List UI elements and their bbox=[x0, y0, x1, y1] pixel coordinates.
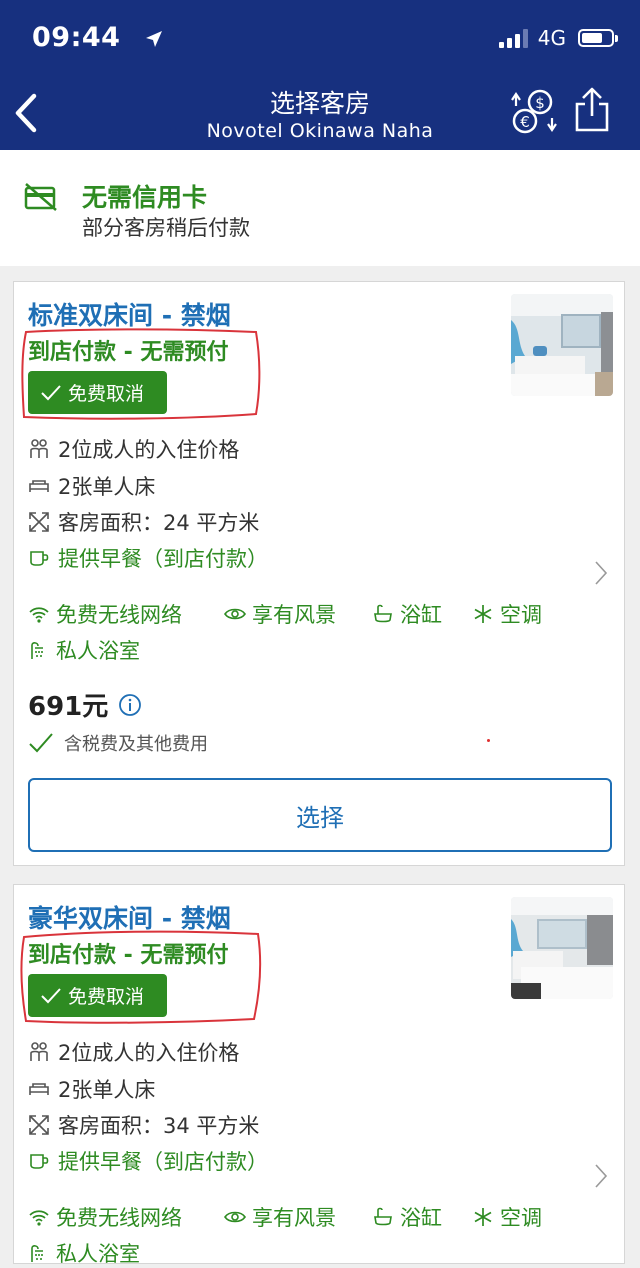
room-photo[interactable] bbox=[511, 897, 613, 999]
amenity-ac: 空调 bbox=[472, 1202, 542, 1232]
amenity-wifi: 免费无线网络 bbox=[28, 1202, 182, 1232]
amenity-label: 享有风景 bbox=[252, 603, 336, 627]
amenity-wifi: 免费无线网络 bbox=[28, 599, 182, 629]
amenity-private-bathroom: 私人浴室 bbox=[28, 1238, 140, 1268]
breakfast-info: 提供早餐（到店付款） bbox=[28, 1146, 268, 1176]
room-area-info: 客房面积：24 平方米 bbox=[28, 507, 259, 537]
bed-text: 2张单人床 bbox=[58, 1078, 156, 1102]
expand-area-icon bbox=[29, 1115, 49, 1135]
occupancy-text: 2位成人的入住价格 bbox=[58, 1041, 240, 1065]
info-icon[interactable] bbox=[118, 693, 142, 717]
shower-icon bbox=[31, 1245, 43, 1262]
room-area-text: 客房面积：34 平方米 bbox=[58, 1114, 260, 1138]
payment-terms: 到店付款 - 无需预付 bbox=[28, 340, 229, 365]
bathtub-icon bbox=[374, 1207, 392, 1226]
expand-area-icon bbox=[29, 512, 49, 532]
chevron-right-icon[interactable] bbox=[594, 1163, 608, 1189]
amenity-label: 空调 bbox=[500, 1206, 542, 1230]
amenity-label: 空调 bbox=[500, 603, 542, 627]
payment-terms: 到店付款 - 无需预付 bbox=[28, 943, 229, 968]
check-icon bbox=[29, 733, 53, 753]
price-value: 691元 bbox=[28, 692, 109, 722]
battery-icon bbox=[578, 29, 618, 47]
status-time-text: 09:44 bbox=[32, 22, 121, 53]
app-header: 09:44 4G 选择客房 Novotel Okinawa Naha $ € bbox=[0, 0, 640, 150]
breakfast-text: 提供早餐（到店付款） bbox=[58, 547, 268, 571]
coffee-cup-icon bbox=[30, 1154, 49, 1169]
no-credit-card-icon bbox=[24, 183, 57, 211]
room-name[interactable]: 豪华双床间 - 禁烟 bbox=[28, 899, 231, 935]
amenity-label: 免费无线网络 bbox=[56, 1206, 182, 1230]
free-cancellation-badge: 免费取消 bbox=[28, 371, 167, 414]
snowflake-icon bbox=[474, 1208, 492, 1226]
room-card[interactable]: 豪华双床间 - 禁烟 到店付款 - 无需预付 免费取消 2位成人的入住价格 2张… bbox=[13, 884, 625, 1266]
eye-icon bbox=[224, 608, 246, 620]
amenity-label: 私人浴室 bbox=[56, 639, 140, 663]
breakfast-info: 提供早餐（到店付款） bbox=[28, 543, 268, 573]
occupancy-info: 2位成人的入住价格 bbox=[28, 1037, 239, 1067]
room-area-text: 客房面积：24 平方米 bbox=[58, 511, 260, 535]
status-time: 09:44 bbox=[32, 22, 162, 53]
occupancy-text: 2位成人的入住价格 bbox=[58, 438, 240, 462]
snowflake-icon bbox=[474, 605, 492, 623]
status-indicators: 4G bbox=[498, 26, 618, 50]
wifi-icon bbox=[29, 607, 49, 623]
banner-title: 无需信用卡 bbox=[82, 183, 208, 212]
select-room-button[interactable]: 选择 bbox=[28, 778, 612, 852]
amenity-label: 免费无线网络 bbox=[56, 603, 182, 627]
check-icon bbox=[41, 987, 61, 1003]
people-icon bbox=[30, 1042, 48, 1061]
breakfast-text: 提供早餐（到店付款） bbox=[58, 1150, 268, 1174]
people-icon bbox=[30, 439, 48, 458]
svg-text:€: € bbox=[520, 113, 530, 131]
no-credit-card-banner: 无需信用卡 部分客房稍后付款 bbox=[0, 150, 640, 266]
bed-info: 2张单人床 bbox=[28, 471, 155, 501]
bed-icon bbox=[29, 480, 49, 492]
eye-icon bbox=[224, 1211, 246, 1223]
amenity-bathtub: 浴缸 bbox=[372, 599, 442, 629]
room-card[interactable]: 标准双床间 - 禁烟 到店付款 - 无需预付 免费取消 2位成人的入住价格 2张… bbox=[13, 281, 625, 866]
shower-icon bbox=[31, 642, 43, 659]
amenity-bathtub: 浴缸 bbox=[372, 1202, 442, 1232]
room-area-info: 客房面积：34 平方米 bbox=[28, 1110, 259, 1140]
room-photo[interactable] bbox=[511, 294, 613, 396]
free-cancellation-badge: 免费取消 bbox=[28, 974, 167, 1017]
svg-text:$: $ bbox=[535, 94, 545, 112]
location-arrow-icon bbox=[146, 31, 162, 47]
check-icon bbox=[41, 384, 61, 400]
network-type: 4G bbox=[537, 26, 566, 50]
amenity-view: 享有风景 bbox=[224, 599, 336, 629]
signal-icon bbox=[498, 28, 528, 48]
tax-note: 含税费及其他费用 bbox=[28, 730, 208, 756]
share-icon[interactable] bbox=[572, 86, 612, 134]
coffee-cup-icon bbox=[30, 551, 49, 566]
wifi-icon bbox=[29, 1210, 49, 1226]
amenity-label: 浴缸 bbox=[400, 603, 442, 627]
banner-subtitle: 部分客房稍后付款 bbox=[82, 216, 250, 240]
tax-note-text: 含税费及其他费用 bbox=[64, 734, 208, 755]
bed-icon bbox=[29, 1083, 49, 1095]
currency-exchange-icon[interactable]: $ € bbox=[508, 88, 558, 136]
amenity-label: 浴缸 bbox=[400, 1206, 442, 1230]
cancel-badge-label: 免费取消 bbox=[68, 383, 145, 405]
room-name[interactable]: 标准双床间 - 禁烟 bbox=[28, 296, 231, 332]
amenity-private-bathroom: 私人浴室 bbox=[28, 635, 140, 665]
room-price: 691元 bbox=[28, 686, 142, 723]
chevron-right-icon[interactable] bbox=[594, 560, 608, 586]
amenity-label: 私人浴室 bbox=[56, 1242, 140, 1266]
amenity-view: 享有风景 bbox=[224, 1202, 336, 1232]
stray-mark bbox=[487, 739, 490, 742]
bed-info: 2张单人床 bbox=[28, 1074, 155, 1104]
bathtub-icon bbox=[374, 604, 392, 623]
amenity-label: 享有风景 bbox=[252, 1206, 336, 1230]
cancel-badge-label: 免费取消 bbox=[68, 986, 145, 1008]
amenity-ac: 空调 bbox=[472, 599, 542, 629]
occupancy-info: 2位成人的入住价格 bbox=[28, 434, 239, 464]
bed-text: 2张单人床 bbox=[58, 475, 156, 499]
